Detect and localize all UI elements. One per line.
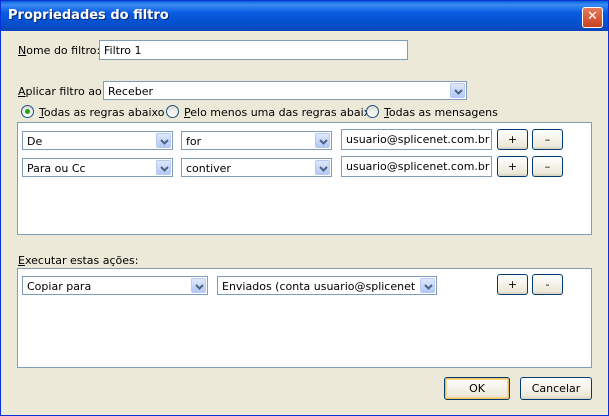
remove-rule-button[interactable]: –: [532, 156, 563, 177]
remove-rule-button[interactable]: –: [532, 129, 563, 150]
dialog-title: Propriedades do filtro: [8, 8, 169, 23]
rule-field-select[interactable]: Para ou Cc: [22, 158, 173, 177]
rule-condition-select[interactable]: for: [181, 131, 332, 150]
rule-value-input[interactable]: usuario@splicenet.com.br: [341, 129, 492, 150]
close-button[interactable]: ✕: [582, 7, 603, 28]
chevron-down-icon[interactable]: [420, 278, 435, 293]
chevron-down-icon[interactable]: [156, 133, 171, 148]
rule-value-input[interactable]: usuario@splicenet.com.br: [341, 156, 492, 177]
rules-panel[interactable]: De for usuario@splicenet.com.br + – Para…: [17, 122, 592, 235]
chevron-down-icon[interactable]: [156, 160, 171, 175]
radio-any-rule-label[interactable]: Pelo menos uma das regras abaixo: [184, 106, 377, 119]
rule-field-value: Para ou Cc: [27, 162, 86, 175]
chevron-down-icon[interactable]: [191, 278, 206, 293]
close-icon: ✕: [587, 9, 598, 24]
action-type-select[interactable]: Copiar para: [22, 276, 208, 295]
rule-condition-select[interactable]: contiver: [181, 158, 332, 177]
add-rule-button[interactable]: +: [497, 156, 528, 177]
cancel-button[interactable]: Cancelar: [520, 377, 592, 400]
radio-all-messages[interactable]: [366, 105, 379, 118]
chevron-down-icon[interactable]: [315, 160, 330, 175]
add-rule-button[interactable]: +: [497, 129, 528, 150]
rule-condition-value: contiver: [186, 162, 231, 175]
add-action-button[interactable]: +: [497, 274, 528, 295]
title-bar[interactable]: Propriedades do filtro ✕: [1, 1, 608, 31]
remove-action-button[interactable]: -: [532, 274, 563, 295]
actions-label: Executar estas ações:: [18, 254, 139, 267]
chevron-down-icon[interactable]: [450, 83, 465, 98]
radio-all-rules[interactable]: [21, 105, 34, 118]
radio-all-messages-label[interactable]: Todas as mensagens: [384, 106, 498, 119]
radio-all-rules-label[interactable]: Todas as regras abaixo: [39, 106, 164, 119]
rule-field-value: De: [27, 135, 43, 148]
apply-filter-label: Aplicar filtro ao:: [18, 85, 106, 98]
actions-panel[interactable]: Copiar para Enviados (conta usuario@spli…: [17, 268, 592, 368]
filter-properties-dialog: Propriedades do filtro ✕ Nome do filtro:…: [0, 0, 609, 416]
radio-any-rule[interactable]: [166, 105, 179, 118]
ok-button[interactable]: OK: [444, 377, 510, 400]
action-type-value: Copiar para: [27, 280, 92, 293]
filter-name-label: Nome do filtro:: [18, 44, 101, 57]
rule-condition-value: for: [186, 135, 202, 148]
apply-filter-value: Receber: [108, 85, 154, 98]
rule-field-select[interactable]: De: [22, 131, 173, 150]
action-target-value: Enviados (conta usuario@splicenet.co...: [222, 280, 416, 293]
action-target-select[interactable]: Enviados (conta usuario@splicenet.co...: [217, 276, 437, 295]
apply-filter-select[interactable]: Receber: [103, 81, 467, 100]
filter-name-input[interactable]: Filtro 1: [99, 40, 408, 60]
chevron-down-icon[interactable]: [315, 133, 330, 148]
